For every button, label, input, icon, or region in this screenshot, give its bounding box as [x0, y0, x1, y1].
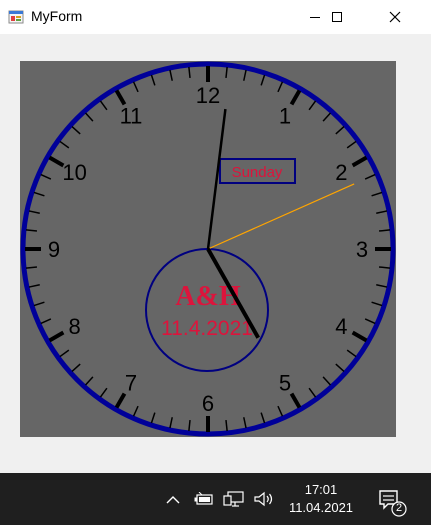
battery-icon: [194, 492, 213, 505]
app-icon: [8, 10, 24, 24]
analog-clock: 121234567891011 Sunday A&H 11.4.2021: [20, 61, 396, 437]
day-label: Sunday: [232, 164, 283, 181]
notification-count: 2: [395, 502, 403, 514]
maximize-button[interactable]: [314, 0, 360, 34]
chevron-up-icon: [166, 496, 180, 504]
clock-numeral: 11: [120, 104, 143, 129]
maximize-icon: [332, 12, 342, 22]
clock-numeral: 4: [335, 314, 347, 339]
taskbar-time: 17:01: [304, 482, 338, 497]
window-title: MyForm: [31, 8, 83, 24]
clock-numeral: 7: [125, 370, 137, 395]
network-button[interactable]: [222, 489, 246, 509]
close-button[interactable]: [372, 0, 418, 34]
close-icon: [389, 11, 401, 23]
clock-numeral: 10: [62, 160, 86, 185]
taskbar-date: 11.04.2021: [288, 500, 354, 515]
brand-label: A&H: [175, 281, 241, 312]
taskbar: 17:01 11.04.2021 2: [0, 473, 431, 525]
volume-icon: [254, 491, 273, 507]
taskbar-clock[interactable]: 17:01 11.04.2021: [286, 481, 356, 517]
action-center-button[interactable]: 2: [375, 487, 409, 517]
battery-button[interactable]: [193, 489, 215, 509]
clock-numeral: 9: [48, 237, 60, 262]
app-window: MyForm 12 1 2 3 4 5 6 7 8 9 10 11 Sunday A&H 11.4.2…: [0, 0, 431, 473]
date-label: 11.4.2021: [161, 317, 253, 340]
clock-numeral: 6: [202, 391, 214, 416]
show-hidden-icons-button[interactable]: [164, 489, 182, 509]
clock-numeral: 12: [196, 83, 220, 108]
clock-numeral: 5: [279, 370, 291, 395]
clock-numeral: 2: [335, 160, 347, 185]
volume-button[interactable]: [252, 489, 276, 509]
clock-numeral: 3: [356, 237, 368, 262]
title-bar[interactable]: MyForm: [0, 0, 431, 34]
clock-numeral: 1: [279, 104, 291, 129]
clock-numeral: 8: [69, 314, 81, 339]
network-icon: [223, 491, 244, 507]
